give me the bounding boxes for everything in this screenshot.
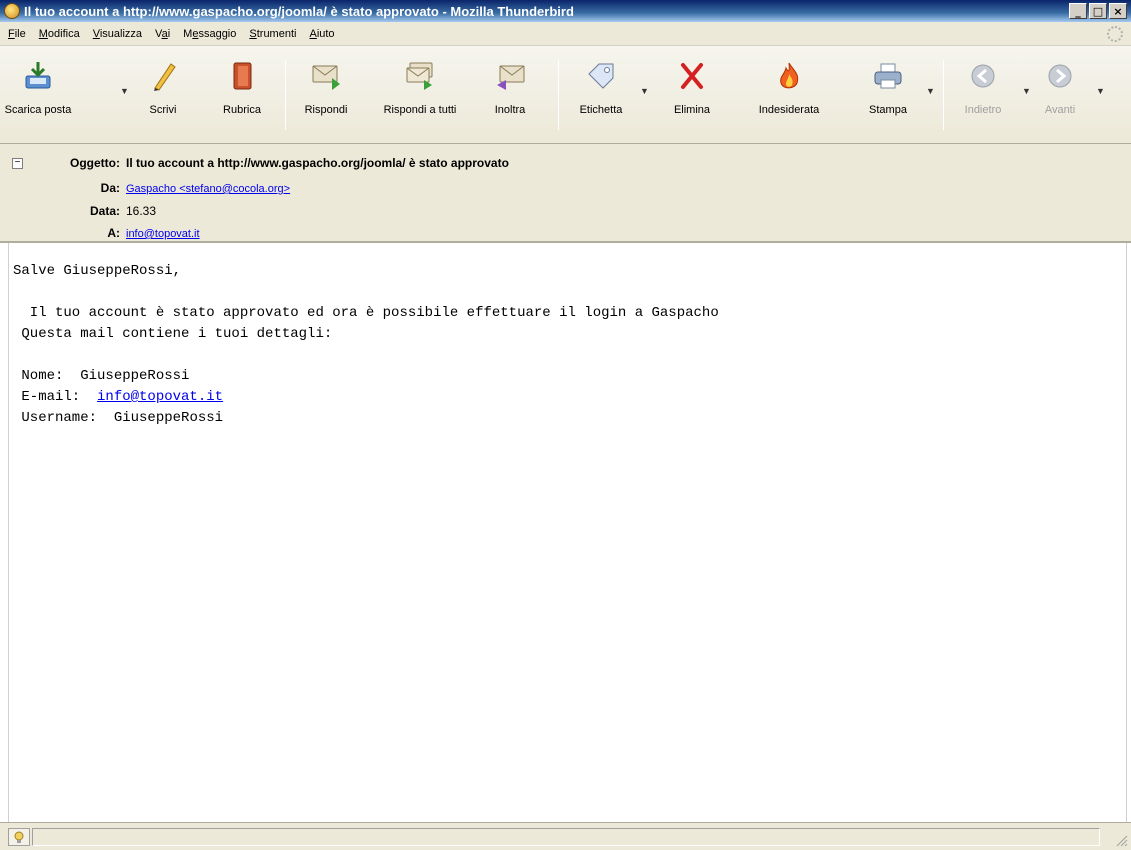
- body-email-row: E-mail: info@topovat.it: [13, 387, 1126, 408]
- delete-button[interactable]: Elimina: [666, 54, 718, 138]
- forward-icon: [494, 60, 526, 92]
- reply-icon: [310, 60, 342, 92]
- status-bar: [0, 822, 1131, 850]
- write-button[interactable]: Scrivi: [140, 54, 186, 138]
- name-label: Nome:: [13, 368, 81, 384]
- tag-button[interactable]: Etichetta: [570, 54, 632, 138]
- name-value: GiuseppeRossi: [80, 368, 190, 384]
- menu-edit[interactable]: Modifica: [35, 28, 89, 40]
- reply-button[interactable]: Rispondi: [294, 54, 358, 138]
- tag-icon: [585, 60, 617, 92]
- message-header-pane: − Oggetto: Il tuo account a http://www.g…: [0, 144, 1131, 243]
- get-mail-button[interactable]: Scarica posta: [2, 54, 74, 138]
- delete-icon: [676, 60, 708, 92]
- pencil-icon: [147, 60, 179, 92]
- username-label: Username:: [13, 410, 114, 426]
- subject-label: Oggetto:: [70, 156, 120, 170]
- email-label: E-mail:: [13, 389, 98, 405]
- body-line-1: Il tuo account è stato approvato ed ora …: [13, 305, 719, 321]
- get-mail-dropdown-icon[interactable]: ▼: [120, 86, 129, 96]
- date-label: Data:: [89, 204, 120, 218]
- body-line-2: Questa mail contiene i tuoi dettagli:: [13, 326, 333, 342]
- window-title: Il tuo account a http://www.gaspacho.org…: [24, 3, 574, 19]
- toolbar-separator: [285, 60, 286, 130]
- message-body: Salve GiuseppeRossi,​ Il tuo account è s…: [8, 243, 1127, 822]
- toolbar-separator: [943, 60, 944, 130]
- get-mail-icon: [22, 60, 54, 92]
- print-button[interactable]: Stampa: [860, 54, 916, 138]
- back-dropdown-icon[interactable]: ▼: [1022, 86, 1031, 96]
- reply-all-button[interactable]: Rispondi a tutti: [370, 54, 470, 138]
- body-username-row: Username: GiuseppeRossi: [13, 408, 1126, 429]
- subject-value: Il tuo account a http://www.gaspacho.org…: [126, 156, 509, 170]
- print-dropdown-icon[interactable]: ▼: [926, 86, 935, 96]
- title-bar[interactable]: Il tuo account a http://www.gaspacho.org…: [0, 0, 1131, 22]
- menu-view[interactable]: Visualizza: [89, 28, 151, 40]
- status-text-field: [32, 828, 1100, 846]
- window-controls: _ □ ×: [1069, 3, 1127, 19]
- username-value: GiuseppeRossi: [113, 410, 224, 426]
- menu-help[interactable]: Aiuto: [305, 28, 343, 40]
- collapse-header-toggle[interactable]: −: [12, 158, 23, 169]
- menu-message[interactable]: Messaggio: [179, 28, 245, 40]
- from-label: Da:: [100, 181, 120, 195]
- resize-grip-icon[interactable]: [1114, 833, 1128, 847]
- to-label: A:: [107, 226, 120, 240]
- forward-button[interactable]: Inoltra: [484, 54, 536, 138]
- junk-button[interactable]: Indesiderata: [740, 54, 838, 138]
- maximize-button[interactable]: □: [1089, 3, 1107, 19]
- menu-file[interactable]: File: [4, 28, 35, 40]
- printer-icon: [872, 60, 904, 92]
- tag-dropdown-icon[interactable]: ▼: [640, 86, 649, 96]
- body-name-row: Nome: GiuseppeRossi: [13, 366, 1126, 387]
- from-link[interactable]: Gaspacho <stefano@cocola.org>: [126, 183, 290, 195]
- forward-arrow-icon: [1044, 60, 1076, 92]
- to-link[interactable]: info@topovat.it: [126, 228, 200, 240]
- activity-throbber-icon: [1107, 26, 1123, 42]
- menu-go[interactable]: Vai: [151, 28, 179, 40]
- address-book-icon: [226, 60, 258, 92]
- menu-tools[interactable]: Strumenti: [245, 28, 305, 40]
- menu-bar: File Modifica Visualizza Vai Messaggio S…: [0, 22, 1131, 46]
- reply-all-icon: [404, 60, 436, 92]
- header-from-row: Da: Gaspacho <stefano@cocola.org>: [30, 181, 290, 195]
- minimize-button[interactable]: _: [1069, 3, 1087, 19]
- back-button[interactable]: Indietro: [954, 54, 1012, 138]
- toolbar: Scarica posta ▼ Scrivi Rubrica Rispondi …: [0, 46, 1131, 144]
- status-lightbulb-icon: [8, 828, 30, 846]
- date-value: 16.33: [126, 204, 157, 218]
- address-book-button[interactable]: Rubrica: [214, 54, 270, 138]
- header-date-row: Data: 16.33: [30, 204, 156, 218]
- back-arrow-icon: [967, 60, 999, 92]
- body-greeting: Salve GiuseppeRossi,: [13, 263, 182, 279]
- junk-flame-icon: [773, 60, 805, 92]
- close-button[interactable]: ×: [1109, 3, 1127, 19]
- header-to-row: A: info@topovat.it: [30, 226, 200, 240]
- header-subject-row: Oggetto: Il tuo account a http://www.gas…: [30, 156, 509, 170]
- email-link[interactable]: info@topovat.it: [97, 389, 223, 405]
- thunderbird-icon: [4, 3, 20, 19]
- toolbar-separator: [558, 60, 559, 130]
- forward-nav-dropdown-icon[interactable]: ▼: [1096, 86, 1105, 96]
- forward-nav-button[interactable]: Avanti: [1034, 54, 1086, 138]
